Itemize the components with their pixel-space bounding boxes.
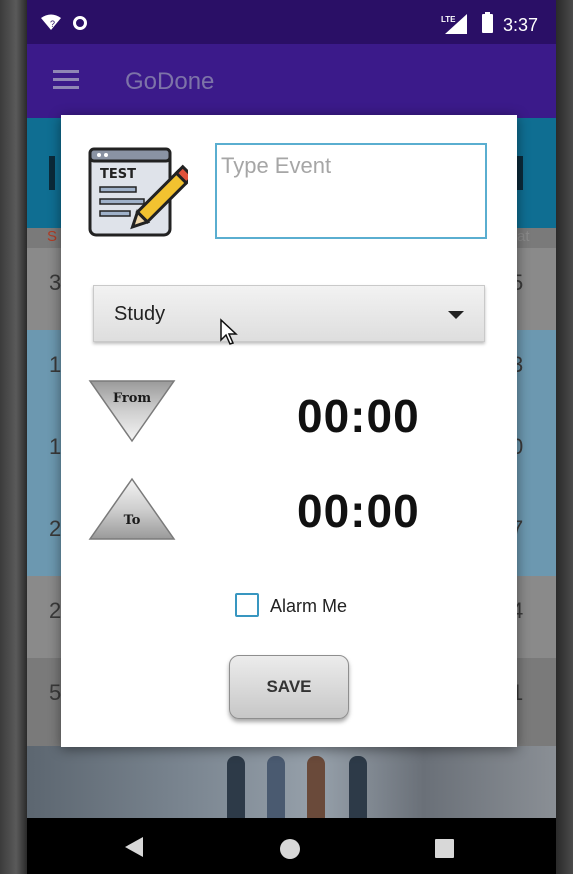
calendar-day: 5 bbox=[49, 680, 62, 705]
weekday-sunday: S bbox=[47, 228, 58, 245]
from-time-value[interactable]: 00:00 bbox=[297, 389, 420, 443]
wifi-icon: ? bbox=[41, 14, 61, 30]
add-event-dialog: TEST Study From 00:00 bbox=[61, 115, 517, 747]
category-dropdown[interactable]: Study bbox=[93, 285, 485, 342]
device-frame-left bbox=[0, 0, 27, 874]
save-button[interactable]: SAVE bbox=[229, 655, 349, 719]
alarm-checkbox[interactable] bbox=[235, 593, 259, 617]
test-icon-text: TEST bbox=[100, 167, 136, 182]
dropdown-arrow-icon bbox=[448, 311, 464, 319]
to-time-button[interactable]: To bbox=[88, 477, 176, 541]
menu-icon[interactable] bbox=[53, 70, 79, 90]
calendar-day: 1 bbox=[49, 434, 62, 459]
battery-icon bbox=[482, 12, 493, 33]
calendar-day: 2 bbox=[49, 598, 62, 623]
to-time-value[interactable]: 00:00 bbox=[297, 484, 420, 538]
category-selected-value: Study bbox=[114, 303, 166, 325]
calendar-day: 1 bbox=[49, 352, 62, 377]
recent-apps-icon[interactable] bbox=[435, 839, 454, 858]
calendar-prev-marker bbox=[49, 156, 55, 190]
event-name-input[interactable] bbox=[215, 143, 487, 239]
to-label: To bbox=[124, 513, 141, 528]
from-time-button[interactable]: From bbox=[88, 379, 176, 443]
weekday-saturday: at bbox=[517, 228, 530, 245]
app-bar: GoDone bbox=[27, 44, 556, 118]
notification-icon bbox=[73, 16, 87, 30]
calendar-next-marker bbox=[517, 156, 523, 190]
app-title: GoDone bbox=[125, 68, 215, 95]
device-frame-right bbox=[556, 0, 573, 874]
status-bar: ? LTE 3:37 bbox=[27, 0, 556, 44]
back-icon[interactable] bbox=[125, 837, 143, 857]
network-type-label: LTE bbox=[441, 15, 456, 24]
background-photo bbox=[27, 746, 556, 818]
svg-text:?: ? bbox=[50, 19, 55, 29]
signal-icon: LTE bbox=[441, 14, 467, 34]
calendar-day: 2 bbox=[49, 516, 62, 541]
navigation-bar bbox=[27, 818, 556, 874]
test-pencil-icon: TEST bbox=[88, 147, 188, 237]
from-label: From bbox=[113, 391, 152, 406]
calendar-day: 3 bbox=[49, 270, 62, 295]
status-time: 3:37 bbox=[503, 15, 539, 35]
alarm-label: Alarm Me bbox=[270, 596, 348, 616]
mouse-cursor-icon bbox=[220, 318, 238, 345]
home-icon[interactable] bbox=[280, 839, 300, 859]
